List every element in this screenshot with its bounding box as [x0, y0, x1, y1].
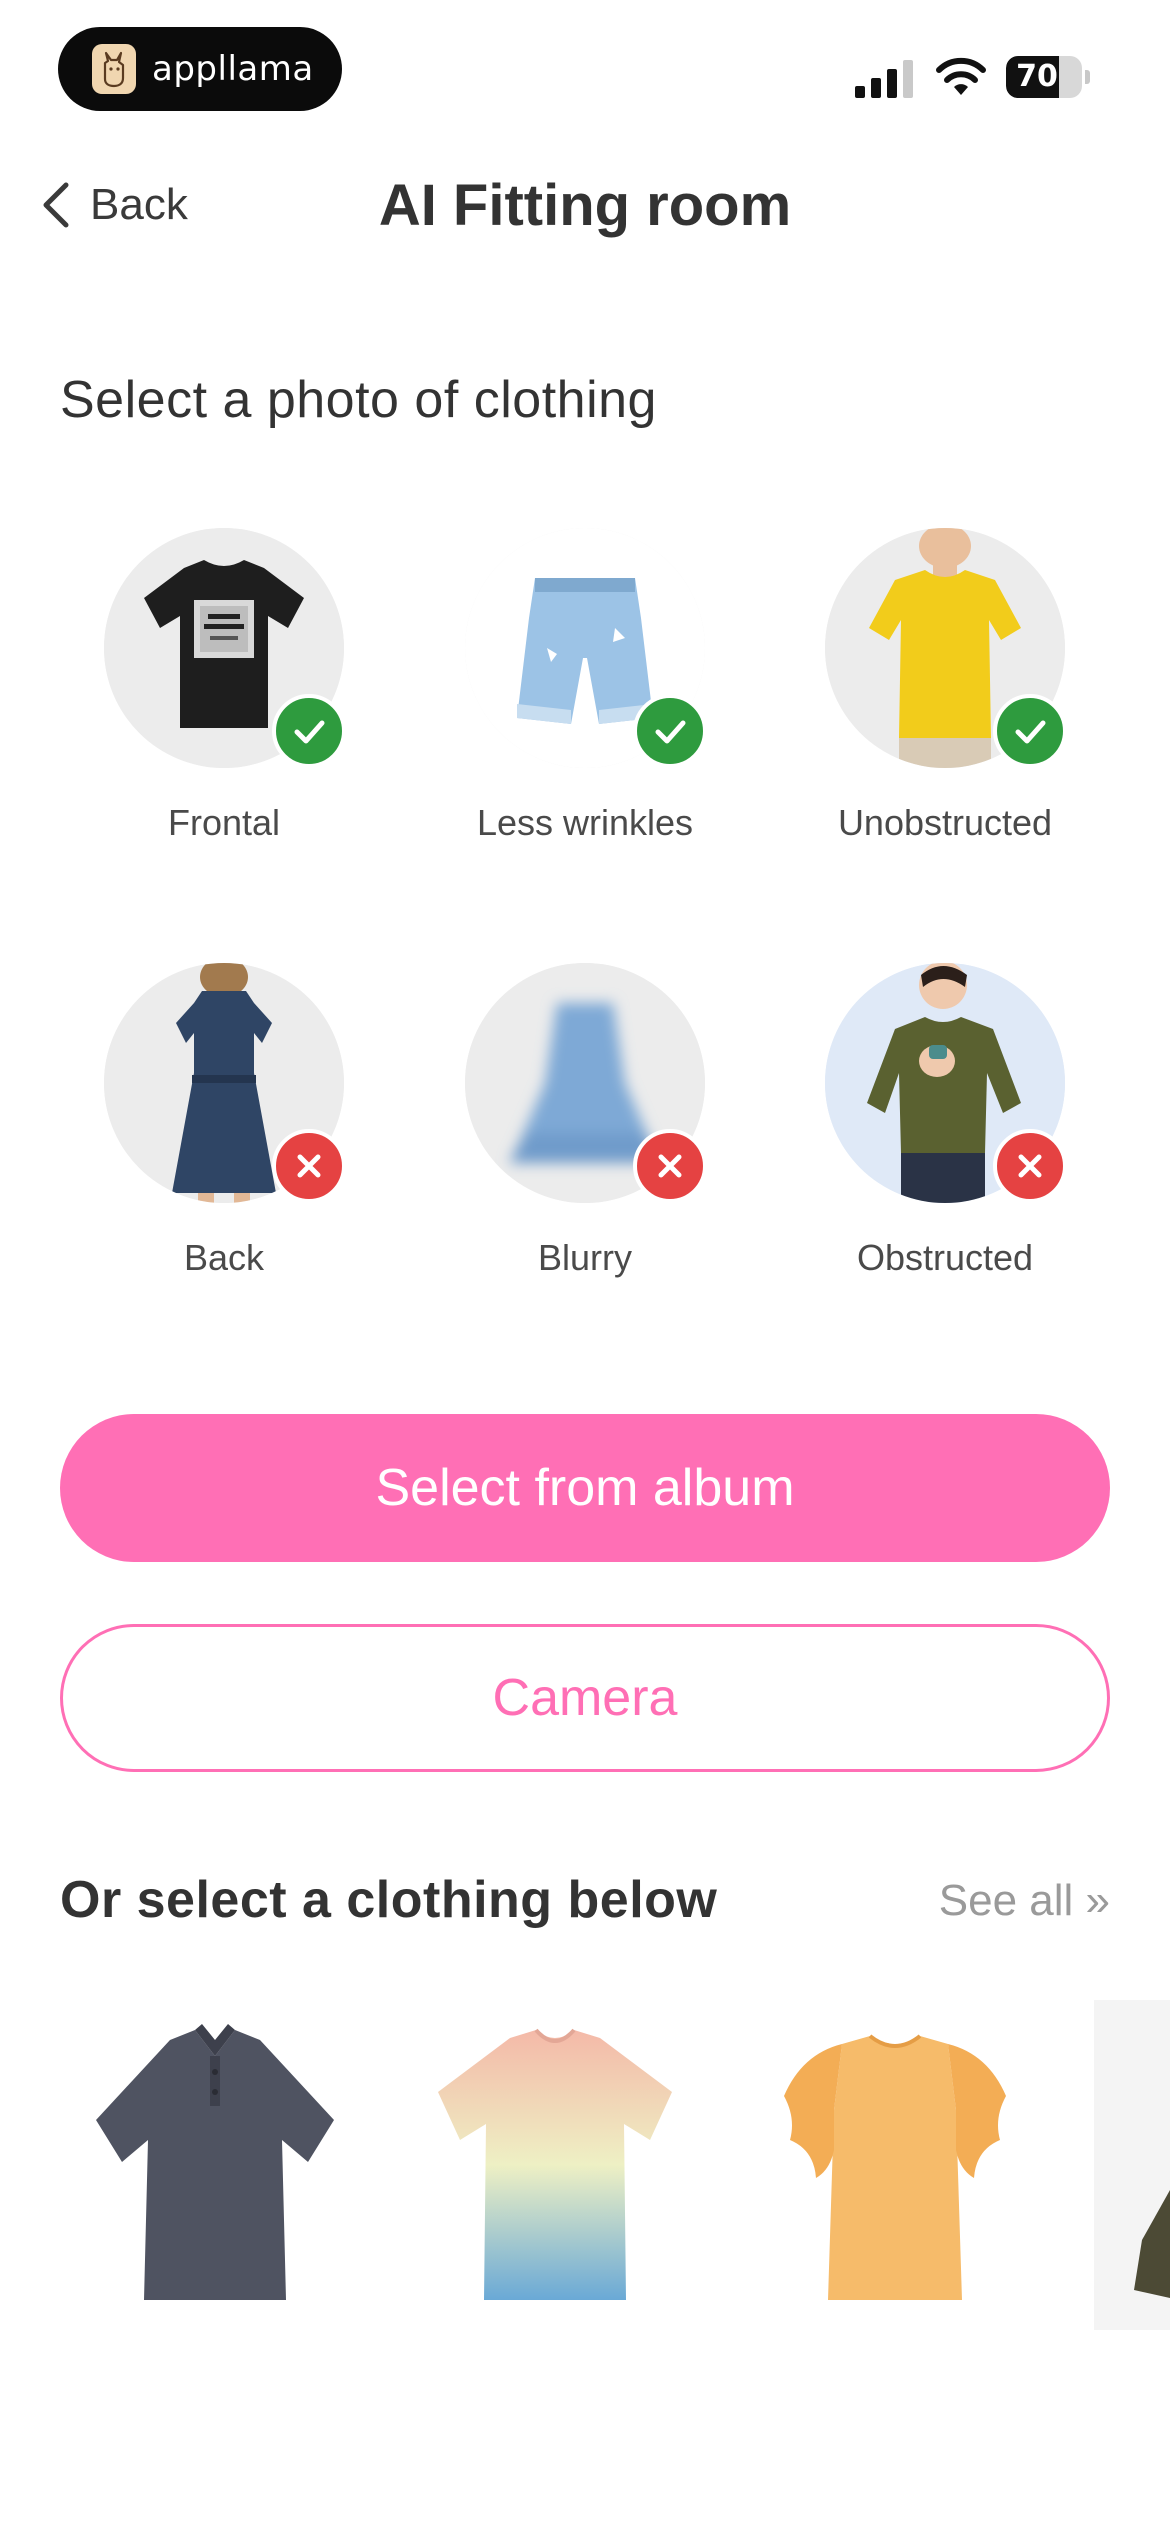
grey-polo-shirt-icon [96, 2024, 334, 2300]
example-thumbnail [465, 528, 707, 768]
select-photo-heading: Select a photo of clothing [60, 371, 657, 429]
page-title: AI Fitting room [378, 173, 792, 238]
camera-button[interactable]: Camera [60, 1624, 1110, 1772]
example-blurry: Blurry [435, 963, 735, 1279]
llama-logo-icon [92, 44, 136, 94]
example-thumbnail [465, 963, 707, 1203]
clothing-item[interactable] [1094, 2000, 1170, 2330]
example-thumbnail [104, 963, 346, 1203]
example-label: Back [183, 1237, 265, 1278]
see-all-link[interactable]: See all » [939, 1876, 1110, 1926]
example-obstructed: Obstructed [795, 963, 1095, 1279]
example-unobstructed: Unobstructed [795, 528, 1095, 844]
check-badge-icon [633, 694, 707, 768]
example-frontal: Frontal [74, 528, 374, 844]
gradient-tshirt-icon [438, 2028, 672, 2300]
cross-badge-icon [633, 1129, 707, 1203]
example-label: Blurry [537, 1237, 632, 1278]
cross-badge-icon [993, 1129, 1067, 1203]
cross-badge-icon [272, 1129, 346, 1203]
status-bar: appllama 70 [0, 0, 1170, 140]
clothing-item[interactable] [750, 2000, 1040, 2330]
example-thumbnail [825, 528, 1067, 768]
check-badge-icon [993, 694, 1067, 768]
orange-ruffle-top-icon [784, 2034, 1006, 2300]
example-back: Back [74, 963, 374, 1279]
partial-clothing-icon [1094, 2000, 1170, 2330]
battery-indicator: 70 [1006, 56, 1090, 98]
app-name: appllama [152, 49, 314, 89]
check-badge-icon [272, 694, 346, 768]
example-label: Frontal [167, 802, 281, 843]
wifi-icon [936, 57, 986, 95]
app-indicator-pill[interactable]: appllama [58, 27, 342, 111]
cellular-signal-icon [855, 60, 913, 98]
example-label: Less wrinkles [476, 802, 694, 843]
clothing-section-heading: Or select a clothing below [60, 1871, 718, 1929]
battery-percent: 70 [1016, 59, 1058, 94]
clothing-item[interactable] [410, 2000, 700, 2330]
example-label: Unobstructed [837, 802, 1053, 843]
example-less-wrinkles: Less wrinkles [435, 528, 735, 844]
example-thumbnail [825, 963, 1067, 1203]
example-label: Obstructed [856, 1237, 1034, 1278]
example-thumbnail [104, 528, 346, 768]
clothing-item[interactable] [70, 2000, 360, 2330]
select-from-album-button[interactable]: Select from album [60, 1414, 1110, 1562]
